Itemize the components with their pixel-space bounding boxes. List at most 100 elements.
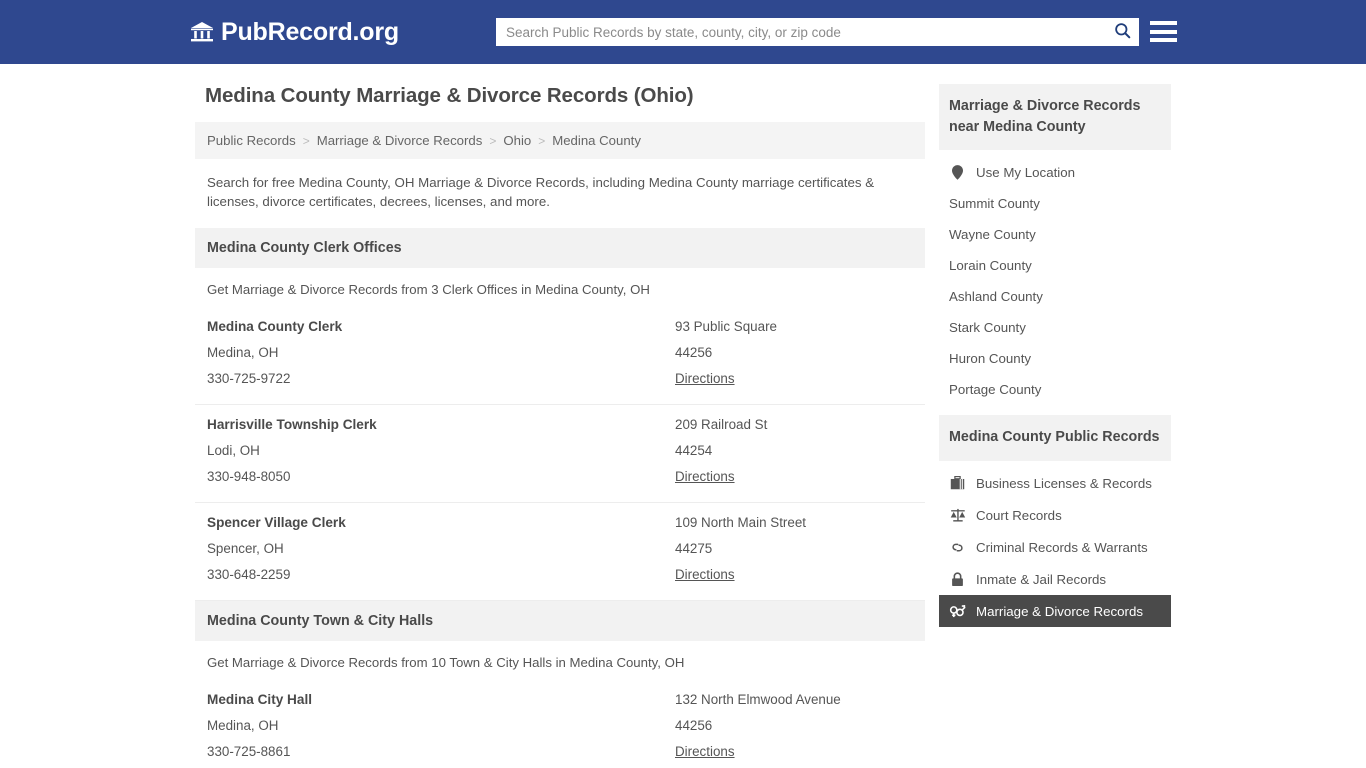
office-phone: 330-948-8050 (207, 468, 291, 484)
office-zip: 44275 (675, 540, 713, 556)
panel-public-records: Medina County Public Records Business Li… (939, 415, 1171, 628)
sidebar-item-criminal-records[interactable]: Criminal Records & Warrants (939, 531, 1171, 563)
sidebar-item-summit-county[interactable]: Summit County (939, 188, 1171, 219)
office-zip: 44254 (675, 442, 713, 458)
sidebar-item-label: Marriage & Divorce Records (976, 603, 1144, 619)
office-name: Harrisville Township Clerk (207, 416, 377, 432)
breadcrumb-item-3: Medina County (552, 133, 641, 148)
list-item: Ashland County (939, 281, 1171, 312)
list-item: Court Records (939, 499, 1171, 531)
sidebar-item-label: Wayne County (949, 227, 1036, 243)
office-city-state: Medina, OH (207, 344, 279, 360)
office-phone: 330-725-8861 (207, 743, 291, 759)
office-address: 109 North Main Street (675, 514, 806, 530)
gender-symbols-icon (949, 603, 966, 619)
section-subheading: Get Marriage & Divorce Records from 10 T… (207, 654, 685, 670)
office-city-state: Medina, OH (207, 717, 279, 733)
office-name: Medina County Clerk (207, 318, 343, 334)
entry-right: 109 North Main Street 44275 Directions (675, 510, 913, 588)
sidebar-item-wayne-county[interactable]: Wayne County (939, 219, 1171, 250)
entry-left: Medina County Clerk Medina, OH 330-725-9… (207, 314, 675, 392)
list-item: Portage County (939, 374, 1171, 405)
section-subheading: Get Marriage & Divorce Records from 3 Cl… (207, 281, 650, 297)
table-row: Medina City Hall Medina, OH 330-725-8861… (195, 680, 925, 768)
sidebar-item-portage-county[interactable]: Portage County (939, 374, 1171, 405)
sidebar-item-label: Court Records (976, 507, 1062, 523)
sidebar-item-label: Use My Location (976, 164, 1076, 180)
list-item: Lorain County (939, 250, 1171, 281)
breadcrumb-separator-icon: > (302, 133, 310, 148)
office-address: 93 Public Square (675, 318, 777, 334)
page-title: Medina County Marriage & Divorce Records… (205, 84, 694, 107)
sidebar-item-label: Stark County (949, 320, 1026, 336)
sidebar-item-label: Inmate & Jail Records (976, 571, 1107, 587)
site-header: PubRecord.org (0, 0, 1366, 64)
office-zip: 44256 (675, 717, 713, 733)
directions-link[interactable]: Directions (675, 366, 735, 392)
table-row: Spencer Village Clerk Spencer, OH 330-64… (195, 503, 925, 601)
breadcrumb: Public Records > Marriage & Divorce Reco… (195, 122, 925, 159)
main-column: Medina County Marriage & Divorce Records… (195, 84, 925, 768)
panel-nearby-counties: Marriage & Divorce Records near Medina C… (939, 84, 1171, 405)
list-item: Marriage & Divorce Records (939, 595, 1171, 628)
hamburger-menu-icon[interactable] (1150, 18, 1177, 45)
search-input[interactable] (496, 18, 1105, 46)
breadcrumb-separator-icon: > (489, 133, 497, 148)
breadcrumb-item-1[interactable]: Marriage & Divorce Records (317, 133, 483, 148)
list-item: Summit County (939, 188, 1171, 219)
site-logo[interactable]: PubRecord.org (190, 19, 399, 45)
search-bar (496, 18, 1139, 46)
breadcrumb-item-2[interactable]: Ohio (503, 133, 531, 148)
list-item: Business Licenses & Records (939, 467, 1171, 499)
menu-bar-2 (1150, 29, 1177, 34)
office-phone: 330-648-2259 (207, 566, 291, 582)
sidebar-item-marriage-divorce-records[interactable]: Marriage & Divorce Records (939, 595, 1171, 628)
office-zip: 44256 (675, 344, 713, 360)
sidebar-item-label: Summit County (949, 196, 1040, 212)
sidebar: Marriage & Divorce Records near Medina C… (939, 84, 1171, 637)
breadcrumb-separator-icon: > (538, 133, 546, 148)
chain-link-icon (949, 539, 966, 555)
sidebar-item-ashland-county[interactable]: Ashland County (939, 281, 1171, 312)
search-icon (1114, 22, 1131, 42)
public-records-list: Business Licenses & Records Court Record… (939, 461, 1171, 628)
map-pin-icon (949, 164, 966, 180)
section-clerk-offices: Medina County Clerk Offices Get Marriage… (195, 227, 925, 601)
directions-link[interactable]: Directions (675, 562, 735, 588)
entry-left: Medina City Hall Medina, OH 330-725-8861 (207, 687, 675, 765)
sidebar-item-huron-county[interactable]: Huron County (939, 343, 1171, 374)
sidebar-item-court-records[interactable]: Court Records (939, 499, 1171, 531)
menu-bar-3 (1150, 38, 1177, 42)
briefcase-icon (949, 475, 966, 491)
breadcrumb-item-0[interactable]: Public Records (207, 133, 296, 148)
list-item: Wayne County (939, 219, 1171, 250)
list-item: Inmate & Jail Records (939, 563, 1171, 595)
section-town-city-halls: Medina County Town & City Halls Get Marr… (195, 600, 925, 768)
sidebar-item-label: Business Licenses & Records (976, 475, 1152, 491)
directions-link[interactable]: Directions (675, 739, 735, 765)
office-city-state: Lodi, OH (207, 442, 260, 458)
sidebar-item-label: Criminal Records & Warrants (976, 539, 1148, 555)
panel-heading: Medina County Public Records (939, 415, 1171, 462)
search-button[interactable] (1105, 18, 1139, 46)
list-item: Criminal Records & Warrants (939, 531, 1171, 563)
list-item: Stark County (939, 312, 1171, 343)
directions-link[interactable]: Directions (675, 464, 735, 490)
lock-icon (949, 571, 966, 587)
sidebar-item-label: Portage County (949, 382, 1042, 398)
entry-right: 93 Public Square 44256 Directions (675, 314, 913, 392)
sidebar-item-inmate-jail-records[interactable]: Inmate & Jail Records (939, 563, 1171, 595)
page-intro-text: Search for free Medina County, OH Marria… (207, 175, 875, 210)
entry-right: 132 North Elmwood Avenue 44256 Direction… (675, 687, 913, 765)
sidebar-item-stark-county[interactable]: Stark County (939, 312, 1171, 343)
page-body: Medina County Marriage & Divorce Records… (0, 64, 1366, 768)
office-address: 209 Railroad St (675, 416, 768, 432)
nearby-county-list: Use My Location Summit County Wayne Coun… (939, 150, 1171, 405)
sidebar-item-business-licenses[interactable]: Business Licenses & Records (939, 467, 1171, 499)
sidebar-item-use-my-location[interactable]: Use My Location (939, 156, 1171, 188)
sidebar-item-lorain-county[interactable]: Lorain County (939, 250, 1171, 281)
bank-building-icon (190, 20, 214, 44)
scales-of-justice-icon (949, 507, 966, 523)
menu-bar-1 (1150, 21, 1177, 25)
section-heading: Medina County Town & City Halls (195, 600, 925, 641)
